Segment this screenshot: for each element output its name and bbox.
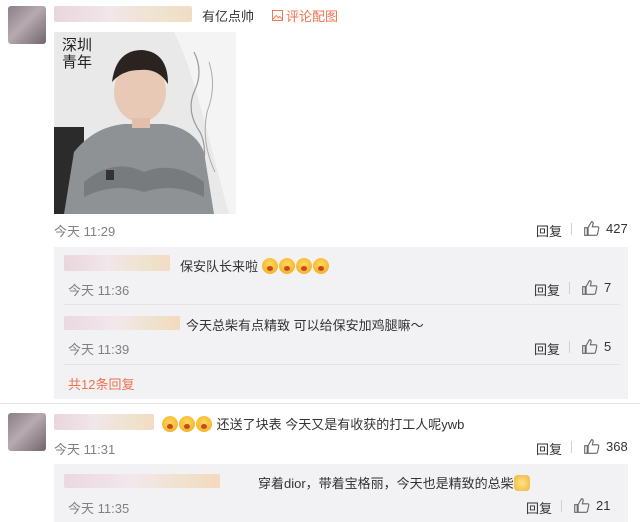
- comment-photo[interactable]: 深圳 青年: [54, 32, 236, 214]
- like-button[interactable]: 427: [583, 220, 628, 237]
- reply-text-content: 穿着dior，带着宝格丽，今天也是精致的总柴: [258, 476, 514, 491]
- like-count: 368: [606, 439, 628, 454]
- reply-button[interactable]: 回复: [536, 439, 562, 458]
- reply-username-blurred[interactable]: [64, 316, 180, 330]
- reply-button[interactable]: 回复: [534, 280, 560, 299]
- reply-time: 今天 11:39: [68, 342, 130, 357]
- cat-emoji-icon: [513, 475, 530, 491]
- emoji-icon: [278, 258, 295, 274]
- username-blurred[interactable]: [54, 414, 154, 430]
- emoji-icon: [295, 258, 312, 274]
- reply-separator: [569, 341, 570, 353]
- reply-button[interactable]: 回复: [536, 221, 562, 240]
- reply-button[interactable]: 回复: [526, 498, 552, 517]
- reply-text: 穿着dior，带着宝格丽，今天也是精致的总柴: [258, 473, 530, 492]
- photo-caption-2: 青年: [62, 54, 93, 71]
- like-count: 7: [604, 280, 612, 295]
- thumbs-up-icon: [582, 280, 598, 295]
- reply-divider: [64, 364, 620, 365]
- reply-separator: [561, 500, 562, 512]
- reply-text: 今天总柴有点精致 可以给保安加鸡腿嘛～: [186, 318, 424, 333]
- comment-divider: [0, 403, 640, 404]
- reply-username-blurred[interactable]: [64, 474, 220, 488]
- like-count: 21: [596, 498, 611, 513]
- like-count: 427: [606, 221, 628, 236]
- emoji-icon: [179, 416, 195, 432]
- reply-username-blurred[interactable]: [64, 255, 170, 271]
- reply-time: 今天 11:35: [68, 501, 130, 516]
- reply-separator: [571, 441, 572, 453]
- emoji-icon: [312, 258, 329, 274]
- reply-time: 今天 11:36: [68, 283, 130, 298]
- username-blurred[interactable]: [54, 6, 192, 22]
- like-button[interactable]: 21: [573, 497, 610, 514]
- avatar[interactable]: [8, 413, 46, 451]
- comment-time: 今天 11:31: [54, 442, 116, 457]
- avatar[interactable]: [8, 6, 46, 44]
- reply-button[interactable]: 回复: [534, 339, 560, 358]
- comment-text: 还送了块表 今天又是有收获的打工人呢ywb: [162, 414, 464, 433]
- emoji-icon: [196, 416, 212, 432]
- thumbs-up-icon: [584, 439, 600, 454]
- reply-separator: [571, 223, 572, 235]
- thumbs-up-icon: [584, 221, 600, 236]
- like-button[interactable]: 5: [581, 338, 611, 355]
- comment-text-content: 还送了块表 今天又是有收获的打工人呢ywb: [216, 417, 465, 432]
- reply-text: 保安队长来啦: [180, 256, 330, 275]
- more-replies-link[interactable]: 共12条回复: [68, 374, 134, 393]
- comment-time: 今天 11:29: [54, 224, 116, 239]
- like-button[interactable]: 368: [583, 438, 628, 455]
- thumbs-up-icon: [582, 339, 598, 354]
- emoji-icon: [261, 258, 278, 274]
- username-suffix[interactable]: 有亿点帅: [202, 6, 254, 25]
- image-icon: [272, 8, 283, 21]
- reply-text-content: 保安队长来啦: [180, 259, 259, 274]
- reply-divider: [64, 304, 620, 305]
- like-button[interactable]: 7: [581, 279, 611, 296]
- thumbs-up-icon: [574, 498, 590, 513]
- emoji-icon: [162, 416, 178, 432]
- reply-separator: [569, 282, 570, 294]
- like-count: 5: [604, 339, 612, 354]
- comment-image-link[interactable]: 评论配图: [286, 6, 338, 25]
